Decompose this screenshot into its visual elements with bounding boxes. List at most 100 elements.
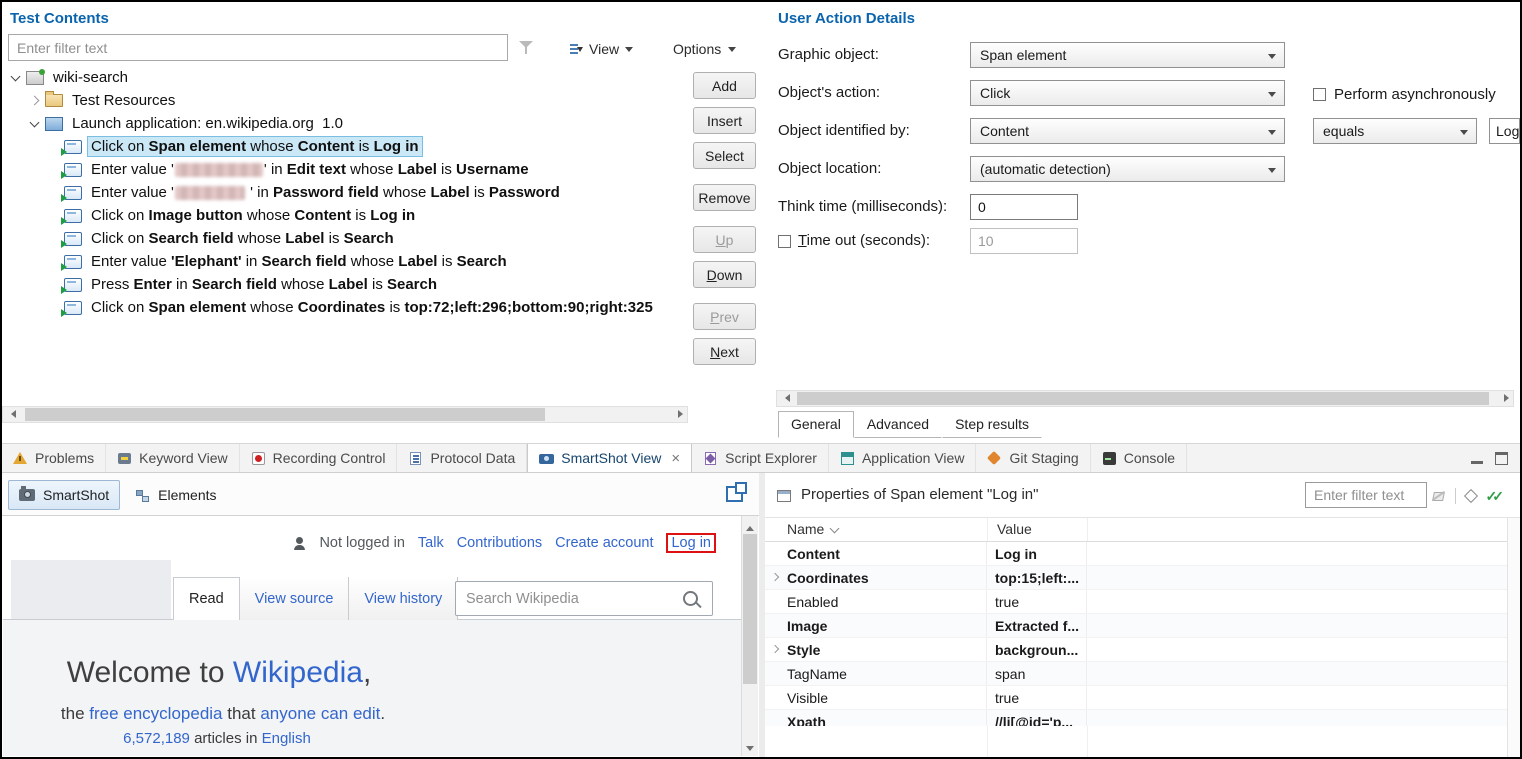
personal-link[interactable]: Talk [418,535,444,551]
view-tab-keyword-view[interactable]: Keyword View [106,444,239,472]
tab-smartshot[interactable]: SmartShot [8,480,120,510]
property-row[interactable]: Stylebackgroun... [765,638,1508,662]
scrollbar-thumb[interactable] [743,534,757,684]
scroll-right-arrow[interactable] [671,407,687,422]
view-tab-smartshot-view[interactable]: SmartShot View [527,444,692,472]
scroll-right-arrow[interactable] [1497,391,1513,406]
minimize-view-icon[interactable] [1471,452,1483,464]
tree-text-segment: whose [246,299,298,316]
add-button[interactable]: Add [693,72,756,99]
tree-item[interactable]: Test Resources [2,89,688,112]
wiki-link[interactable]: English [262,730,311,747]
maximize-view-icon[interactable] [1495,452,1508,465]
scrollbar-thumb[interactable] [25,408,545,421]
expand-arrow-icon[interactable] [771,645,779,653]
tree-item-label: Click on Search field whose Label is Sea… [88,229,397,248]
column-name[interactable]: Name [787,521,838,537]
tree-item[interactable]: Enter value 'Elephant' in Search field w… [2,250,688,273]
property-row[interactable]: Coordinatestop:15;left:... [765,566,1508,590]
expand-icon[interactable] [726,486,743,502]
perform-async-option[interactable]: Perform asynchronously [1313,86,1496,103]
wiki-link[interactable]: Wikipedia [233,656,363,689]
personal-link[interactable]: Contributions [457,535,542,551]
remove-button[interactable]: Remove [693,184,756,211]
tree-item[interactable]: Press Enter in Search field whose Label … [2,273,688,296]
column-value[interactable]: Value [997,521,1032,537]
think-time-input[interactable] [970,194,1078,220]
wiki-tab-read[interactable]: Read [173,577,240,620]
property-row[interactable]: Enabledtrue [765,590,1508,614]
tree-item[interactable]: Click on Search field whose Label is Sea… [2,227,688,250]
wiki-link[interactable]: anyone can edit [260,704,380,723]
scroll-down-arrow[interactable] [743,741,757,754]
prev-button: Prev [693,303,756,330]
wiki-link[interactable]: free encyclopedia [89,704,222,723]
perform-async-checkbox[interactable] [1313,88,1326,101]
tab-advanced[interactable]: Advanced [854,411,942,438]
next-button[interactable]: Next [693,338,756,365]
view-tab-recording-control[interactable]: Recording Control [240,444,398,472]
login-link[interactable]: Log in [666,533,716,553]
properties-icon [777,490,791,502]
filter-input[interactable] [8,34,508,61]
vertical-scrollbar[interactable] [1507,518,1520,757]
tab-step-results[interactable]: Step results [942,411,1042,438]
property-row[interactable]: TagNamespan [765,662,1508,686]
insert-button[interactable]: Insert [693,107,756,134]
view-menu-button[interactable]: View [562,36,640,61]
time-out-checkbox[interactable] [778,235,791,248]
horizontal-scrollbar[interactable] [2,406,688,423]
tree-item[interactable]: Click on Span element whose Content is L… [2,135,688,158]
vertical-scrollbar[interactable] [741,516,758,756]
expand-arrow-icon[interactable] [771,573,779,581]
match-operator-select[interactable]: equals [1313,118,1477,144]
select-button[interactable]: Select [693,142,756,169]
view-tab-git-staging[interactable]: Git Staging [976,444,1090,472]
wiki-link[interactable]: 6,572,189 [123,730,190,747]
tree-item[interactable]: Launch application: en.wikipedia.org 1.0 [2,112,688,135]
tree-item[interactable]: wiki-search [2,66,688,89]
scroll-up-arrow[interactable] [743,518,757,531]
tree-item[interactable]: Enter value ' ' in Password field whose … [2,181,688,204]
collapse-arrow-icon[interactable] [8,70,24,86]
smartshot-tabs: SmartShotElements [8,480,227,510]
graphic-object-select[interactable]: Span element [970,42,1285,68]
identified-by-select[interactable]: Content [970,118,1285,144]
scrollbar-thumb[interactable] [797,392,1489,405]
view-tab-protocol-data[interactable]: Protocol Data [397,444,527,472]
tree-item[interactable]: Click on Image button whose Content is L… [2,204,688,227]
view-tab-script-explorer[interactable]: Script Explorer [692,444,829,472]
objects-action-select[interactable]: Click [970,80,1285,106]
wiki-search-input[interactable] [456,591,683,607]
tree-item[interactable]: Click on Span element whose Coordinates … [2,296,688,319]
properties-filter-input[interactable] [1305,482,1427,508]
object-location-select[interactable]: (automatic detection) [970,156,1285,182]
collapse-arrow-icon[interactable] [27,116,43,132]
diamond-icon[interactable] [1463,489,1477,503]
filter-icon[interactable] [519,40,534,55]
search-icon[interactable] [683,591,698,606]
down-button[interactable]: Down [693,261,756,288]
property-row[interactable]: Visibletrue [765,686,1508,710]
properties-column-header[interactable]: Name Value [765,518,1508,542]
personal-link[interactable]: Create account [555,535,653,551]
view-tab-problems[interactable]: Problems [2,444,106,472]
wiki-tab-view-history[interactable]: View history [349,577,458,620]
view-tab-application-view[interactable]: Application View [829,444,976,472]
wiki-search-box[interactable] [455,581,713,616]
match-value-field[interactable]: Log [1489,118,1520,144]
clear-filter-icon[interactable] [1432,490,1445,503]
expand-arrow-icon[interactable] [27,93,43,109]
close-icon[interactable] [671,451,680,466]
property-row[interactable]: ImageExtracted f... [765,614,1508,638]
horizontal-scrollbar[interactable] [776,390,1514,407]
double-check-icon[interactable] [1486,488,1504,505]
tree-item[interactable]: Enter value '' in Edit text whose Label … [2,158,688,181]
property-row[interactable]: ContentLog in [765,542,1508,566]
tab-elements[interactable]: Elements [126,481,226,509]
scroll-left-arrow[interactable] [3,407,19,422]
scroll-left-arr[interactable] [777,391,793,406]
tab-general[interactable]: General [778,411,854,438]
view-tab-console[interactable]: Console [1091,444,1187,472]
wiki-tab-view-source[interactable]: View source [240,577,350,620]
